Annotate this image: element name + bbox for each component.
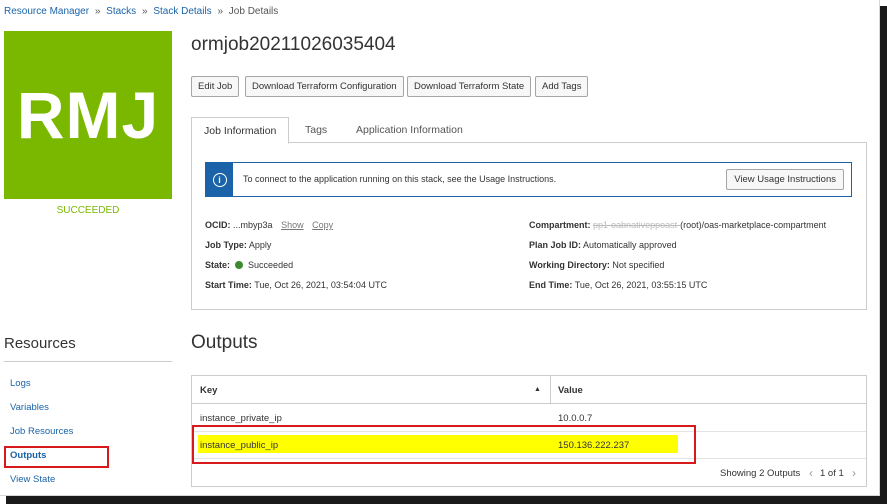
outputs-title: Outputs [191, 332, 258, 353]
download-terraform-state-button[interactable]: Download Terraform State [407, 76, 532, 97]
end-time-field: End Time: Tue, Oct 26, 2021, 03:55:15 UT… [529, 280, 707, 290]
add-tags-button[interactable]: Add Tags [535, 76, 589, 97]
working-directory-field: Working Directory: Not specified [529, 260, 664, 270]
plan-job-id-field: Plan Job ID: Automatically approved [529, 240, 677, 250]
tab-bar: Job Information Tags Application Informa… [191, 117, 867, 144]
state-value: Succeeded [248, 260, 294, 270]
breadcrumb-separator: » [94, 6, 101, 17]
page-title: ormjob20211026035404 [191, 34, 396, 55]
job-status-label: SUCCEEDED [56, 205, 120, 216]
job-logo: RMJ [4, 31, 172, 199]
tab-job-information[interactable]: Job Information [191, 117, 290, 144]
state-label: State: [205, 260, 231, 270]
ocid-copy-link[interactable]: Copy [312, 220, 333, 230]
ocid-value: ...mbyp3a [233, 220, 273, 230]
resource-link-view-state[interactable]: View State [10, 474, 55, 485]
breadcrumb-stacks[interactable]: Stacks [106, 6, 136, 17]
breadcrumb-resource-manager[interactable]: Resource Manager [4, 6, 89, 17]
start-time-value: Tue, Oct 26, 2021, 03:54:04 UTC [254, 280, 387, 290]
column-header-key[interactable]: Key [200, 385, 217, 396]
breadcrumb-separator: » [217, 6, 224, 17]
output-key-cell: instance_private_ip [200, 413, 282, 424]
outputs-count: Showing 2 Outputs [720, 468, 801, 479]
info-icon: i [212, 172, 227, 187]
breadcrumb-separator: » [141, 6, 148, 17]
working-directory-label: Working Directory: [529, 260, 610, 270]
resources-title: Resources [4, 335, 76, 352]
breadcrumb-stack-details[interactable]: Stack Details [153, 6, 211, 17]
resource-link-logs[interactable]: Logs [10, 378, 31, 389]
usage-instructions-alert: i To connect to the application running … [205, 162, 852, 197]
download-terraform-configuration-button[interactable]: Download Terraform Configuration [245, 76, 404, 97]
tab-application-information[interactable]: Application Information [356, 117, 463, 143]
start-time-field: Start Time: Tue, Oct 26, 2021, 03:54:04 … [205, 280, 387, 290]
column-divider [550, 376, 551, 404]
annotation-box-outputs-link [4, 446, 109, 468]
output-value-cell: 10.0.0.7 [558, 413, 593, 424]
previous-page-icon[interactable]: ‹ [809, 466, 813, 480]
end-time-value: Tue, Oct 26, 2021, 03:55:15 UTC [574, 280, 708, 290]
start-time-label: Start Time: [205, 280, 252, 290]
compartment-redacted: pp1-oabnativeppoast- [593, 220, 681, 230]
end-time-label: End Time: [529, 280, 573, 290]
edit-job-button[interactable]: Edit Job [191, 76, 240, 97]
resources-divider [4, 361, 172, 362]
next-page-icon[interactable]: › [852, 466, 856, 480]
page-indicator: 1 of 1 [820, 468, 844, 479]
alert-message: To connect to the application running on… [243, 174, 557, 184]
job-logo-text: RMJ [16, 78, 160, 152]
compartment-field: Compartment: pp1-oabnativeppoast-(root)/… [529, 220, 826, 230]
plan-job-id-label: Plan Job ID: [529, 240, 582, 250]
ocid-show-link[interactable]: Show [281, 220, 304, 230]
ocid-field: OCID: ...mbyp3a Show Copy [205, 220, 333, 230]
breadcrumb: Resource Manager » Stacks » Stack Detail… [4, 6, 278, 17]
success-status-icon [234, 261, 243, 269]
resource-link-job-resources[interactable]: Job Resources [10, 426, 73, 437]
tab-tags[interactable]: Tags [305, 117, 327, 143]
frame-shadow-right [880, 6, 887, 504]
table-header-row: Key ▲ Value [192, 376, 866, 404]
alert-icon-container: i [206, 163, 233, 196]
state-field: State: Succeeded [205, 260, 293, 270]
frame-shadow-bottom [6, 496, 887, 504]
annotation-box-public-ip [192, 425, 696, 464]
sort-ascending-icon[interactable]: ▲ [534, 386, 541, 393]
compartment-label: Compartment: [529, 220, 591, 230]
ocid-label: OCID: [205, 220, 231, 230]
job-type-value: Apply [248, 240, 272, 250]
job-type-label: Job Type: [205, 240, 247, 250]
breadcrumb-current: Job Details [228, 6, 279, 17]
column-header-value[interactable]: Value [558, 385, 583, 396]
working-directory-value: Not specified [612, 260, 665, 270]
view-usage-instructions-button[interactable]: View Usage Instructions [726, 169, 844, 190]
resource-link-variables[interactable]: Variables [10, 402, 49, 413]
compartment-value: (root)/oas-marketplace-compartment [680, 220, 827, 230]
plan-job-id-value: Automatically approved [583, 240, 677, 250]
job-type-field: Job Type: Apply [205, 240, 271, 250]
